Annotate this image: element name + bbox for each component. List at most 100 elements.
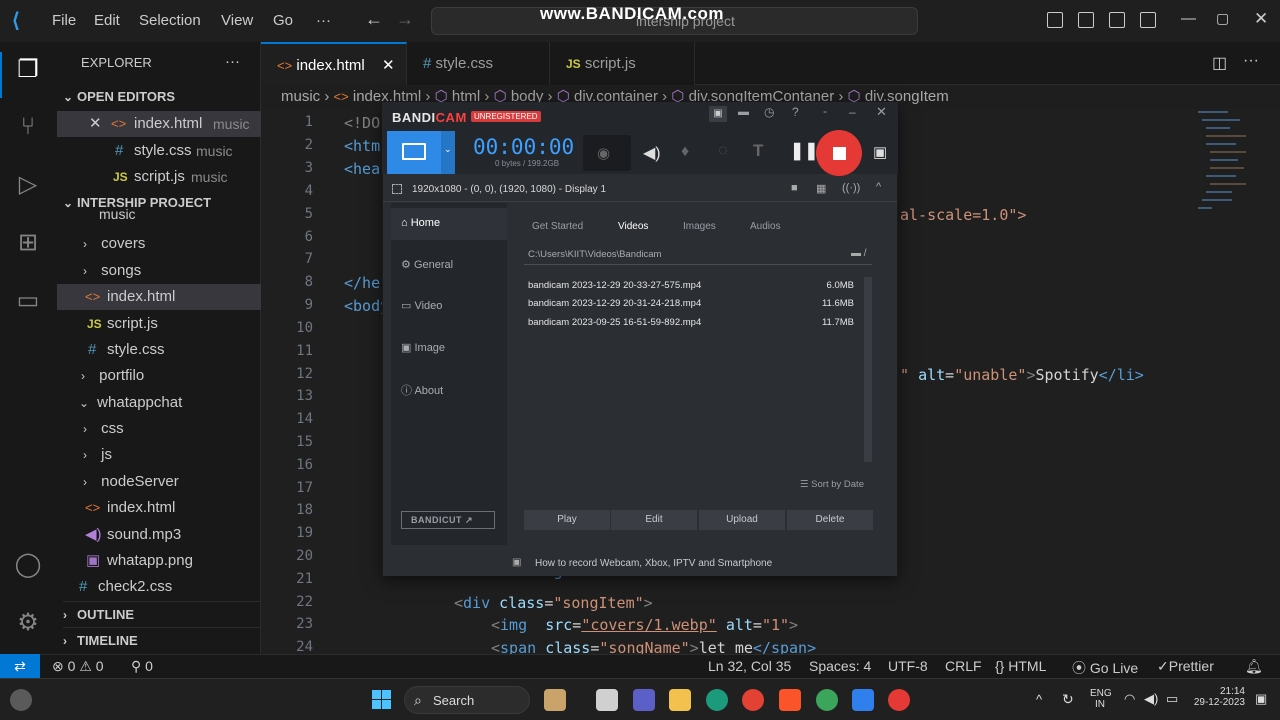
open-editor-script-js[interactable]: JS script.js music [57,164,261,190]
file-index-html[interactable]: <> index.html [57,284,261,310]
tab-get-started[interactable]: Get Started [532,221,583,232]
vscode-taskbar-icon[interactable] [852,689,874,711]
bc-minimize-icon[interactable]: – [849,105,856,119]
go-live-button[interactable]: ⦿ Go Live [1072,658,1138,678]
cursor-position[interactable]: Ln 32, Col 35 [708,658,791,674]
nav-home[interactable]: ⌂ Home [401,217,440,229]
tab-style-css[interactable]: # style.css [407,42,550,85]
menu-selection[interactable]: Selection [139,12,201,29]
account-icon[interactable]: ◯ [13,550,43,580]
unregistered-badge[interactable]: UNREGISTERED [471,111,541,122]
mouse-effect-icon[interactable]: ◌ [718,142,728,160]
chevron-up-icon[interactable]: ^ [876,181,881,193]
toggle-panel-icon[interactable] [1078,12,1094,28]
close-icon[interactable]: ✕ [1254,9,1268,29]
teams-chat-icon[interactable] [633,689,655,711]
minimap[interactable] [1196,109,1246,219]
video-file-name[interactable]: bandicam 2023-12-29 20-33-27-575.mp4 [528,280,701,291]
chrome-icon[interactable] [742,689,764,711]
webcam-button[interactable]: ◉ [583,135,631,171]
indentation[interactable]: Spaces: 4 [809,658,871,674]
sync-icon[interactable]: ↻ [1062,691,1074,708]
file-whatapp-png[interactable]: ▣ whatapp.png [57,548,261,574]
camera-icon[interactable]: ▣ [873,143,887,161]
nav-about[interactable]: ⓘ About [401,382,443,398]
video-file-name[interactable]: bandicam 2023-09-25 16-51-59-892.mp4 [528,317,701,328]
source-control-icon[interactable]: ⑂ [13,112,43,142]
open-editor-index-html[interactable]: ✕ <> index.html music [57,111,261,137]
tab-index-html[interactable]: <> index.html ✕ [261,42,407,85]
encoding[interactable]: UTF-8 [888,658,928,674]
language-mode[interactable]: {} HTML [995,658,1046,674]
prettier-button[interactable]: ✓Prettier [1157,658,1214,675]
wifi-icon[interactable]: ◠ [1124,691,1135,707]
task-view-icon[interactable] [596,689,618,711]
windows-start-icon[interactable] [372,690,381,699]
file-sound-mp3[interactable]: ◀) sound.mp3 [57,522,261,548]
minimize-icon[interactable]: — [1181,10,1196,27]
nav-video[interactable]: ▭ Video [401,299,442,312]
toggle-secondary-sidebar-icon[interactable] [1109,12,1125,28]
notifications-icon[interactable]: 🔔︎ [1245,658,1263,675]
maximize-icon[interactable]: ▢ [1216,10,1229,27]
customize-layout-icon[interactable] [1140,12,1156,28]
brave-icon[interactable] [779,689,801,711]
clock[interactable]: 21:14 29-12-2023 [1188,686,1245,708]
sort-by-date[interactable]: ☰ Sort by Date [800,479,864,490]
footer-tip-link[interactable]: How to record Webcam, Xbox, IPTV and Sma… [535,558,772,569]
remote-explorer-icon[interactable]: ▭ [13,286,43,316]
close-editor-icon[interactable]: ✕ [89,111,102,137]
speaker-icon[interactable]: ◀) [643,143,661,163]
explorer-icon[interactable]: ❐ [13,55,43,85]
end-of-line[interactable]: CRLF [945,658,982,674]
edge-icon[interactable] [706,689,728,711]
nav-image[interactable]: ▣ Image [401,341,445,354]
battery-icon[interactable]: ▭ [1166,691,1178,707]
split-editor-icon[interactable]: ◫ [1212,53,1227,73]
folder-songs[interactable]: › songs [83,258,287,284]
chrome-profile-icon[interactable] [816,689,838,711]
bc-collapse-icon[interactable]: - [823,104,827,118]
menu-more[interactable]: ··· [316,12,331,29]
tab-audios[interactable]: Audios [750,221,781,232]
remote-indicator-icon[interactable]: ⇄ [0,654,40,678]
video-file-name[interactable]: bandicam 2023-12-29 20-31-24-218.mp4 [528,298,701,309]
menu-view[interactable]: View [221,12,253,29]
edit-button[interactable]: Edit [611,510,697,530]
problems-indicator[interactable]: ⊗ 0 ⚠ 0 [52,658,104,675]
bandicut-button[interactable]: BANDICUT ↗ [401,511,495,529]
play-button[interactable]: Play [524,510,610,530]
back-arrow-icon[interactable]: ← [365,9,383,30]
upload-button[interactable]: Upload [699,510,785,530]
file-check2-css[interactable]: # check2.css [57,574,261,600]
folder-js[interactable]: › js [83,442,287,468]
breadcrumb-item[interactable]: music [281,88,320,105]
folder-whatappchat[interactable]: ⌄ whatappchat [79,390,283,416]
screen-mode-button[interactable] [387,131,441,174]
toggle-sidebar-icon[interactable] [1047,12,1063,28]
menu-go[interactable]: Go [273,12,293,29]
notification-center-icon[interactable]: ▣ [1255,691,1267,707]
folder-portfilo[interactable]: › portfilo [81,363,285,389]
editor-more-icon[interactable]: ··· [1243,52,1259,70]
tab-images[interactable]: Images [683,221,716,232]
weather-icon[interactable] [10,689,32,711]
settings-gear-icon[interactable]: ⚙ [13,608,43,638]
clock-icon[interactable]: ◷ [764,105,774,119]
help-icon[interactable]: ? [792,105,799,119]
taskbar-search[interactable]: ⌕ Search [404,686,530,714]
pause-icon[interactable]: ❚❚ [790,141,819,161]
forward-arrow-icon[interactable]: → [396,9,414,30]
ports-indicator[interactable]: ⚲ 0 [131,658,153,675]
video-icon[interactable]: ■ [791,182,798,194]
timeline-header[interactable]: › TIMELINE [63,627,267,653]
folder-open-icon[interactable]: ▬ / [851,248,867,259]
mode-dropdown-button[interactable]: ⌄ [441,131,455,174]
folder-nodeserver[interactable]: › nodeServer [83,469,287,495]
menu-edit[interactable]: Edit [94,12,120,29]
explorer-more-icon[interactable]: ··· [225,49,245,75]
menu-file[interactable]: File [52,12,76,29]
delete-button[interactable]: Delete [787,510,873,530]
lock-icon[interactable]: ▣ [709,106,727,122]
file-style-css[interactable]: # style.css [57,337,261,363]
